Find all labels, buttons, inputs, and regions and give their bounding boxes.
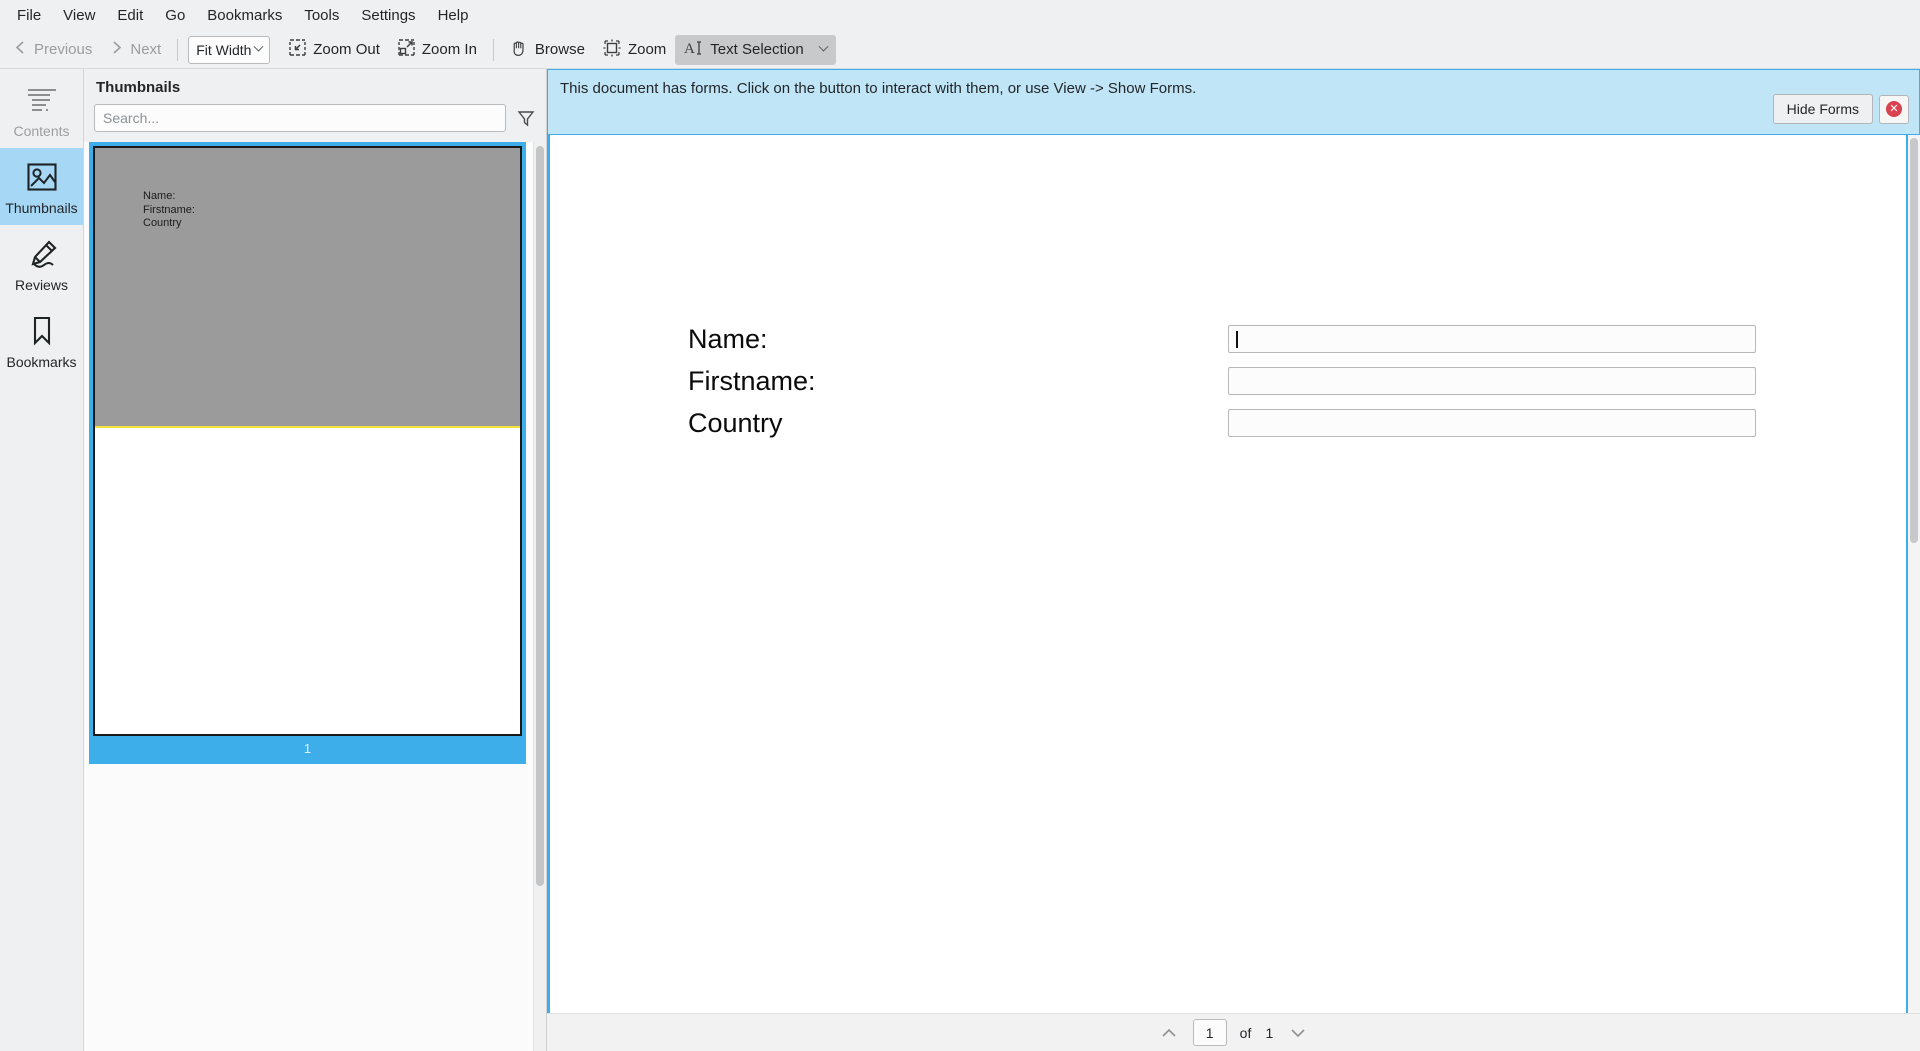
zoom-out-label: Zoom Out (313, 41, 380, 58)
document-scrollbar-thumb[interactable] (1910, 138, 1918, 543)
thumbnails-panel: Thumbnails Search... Name: Firstname: Co… (84, 69, 547, 1051)
zoom-in-button[interactable]: Zoom In (389, 35, 486, 65)
zoom-in-icon (398, 39, 415, 60)
thumbnail-page-preview[interactable]: Name: Firstname: Country (93, 146, 522, 736)
search-placeholder: Search... (103, 110, 160, 126)
document-scrollbar[interactable] (1908, 135, 1920, 1013)
thumbnails-search-row: Search... (84, 102, 546, 142)
thumbnails-scroll-area: Name: Firstname: Country 1 (84, 142, 546, 1051)
chevron-up-icon[interactable] (1158, 1022, 1180, 1044)
field-label-firstname: Firstname: (688, 366, 816, 396)
chevron-right-icon (110, 40, 123, 59)
menu-item-file[interactable]: File (6, 3, 52, 29)
sidebar-label-contents: Contents (13, 123, 70, 139)
menu-item-view[interactable]: View (52, 3, 106, 29)
text-selection-tool-button[interactable]: A Text Selection (675, 34, 836, 65)
page-of-label: of (1239, 1024, 1252, 1041)
menu-item-go[interactable]: Go (154, 3, 196, 29)
zoom-out-icon (289, 39, 306, 60)
hide-forms-button[interactable]: Hide Forms (1772, 94, 1873, 124)
zoom-tool-button[interactable]: Zoom (594, 35, 675, 65)
forms-notification-message: This document has forms. Click on the bu… (560, 80, 1197, 97)
text-selection-label: Text Selection (710, 41, 804, 58)
toolbar-separator-1 (177, 38, 179, 61)
sidebar-label-thumbnails: Thumbnails (5, 200, 78, 216)
forms-notification-actions: Hide Forms ✕ (1772, 78, 1909, 124)
contents-icon (25, 82, 59, 118)
forms-notification-bar: This document has forms. Click on the bu… (547, 69, 1920, 135)
form-fields-group: Name: Firstname: Country (688, 323, 1806, 439)
menu-item-bookmarks[interactable]: Bookmarks (196, 3, 293, 29)
document-area: This document has forms. Click on the bu… (547, 69, 1920, 1051)
previous-button[interactable]: Previous (5, 35, 101, 65)
menu-item-help[interactable]: Help (427, 3, 480, 29)
thumbnails-panel-title: Thumbnails (96, 79, 181, 96)
hand-icon (510, 39, 528, 61)
zoom-mode-value: Fit Width (196, 41, 252, 58)
thumbnail-page-content: Name: Firstname: Country (95, 148, 520, 428)
main-toolbar: Previous Next Fit Width Zoom Out Zoom In… (0, 31, 1920, 69)
sidebar-label-reviews: Reviews (15, 277, 68, 293)
funnel-icon[interactable] (516, 108, 536, 128)
field-label-name: Name: (688, 324, 768, 354)
document-viewport: Name: Firstname: Country (547, 135, 1920, 1013)
sidebar-item-thumbnails[interactable]: Thumbnails (0, 148, 83, 225)
thumbnail-line-name: Name: (143, 190, 176, 202)
pdf-page[interactable]: Name: Firstname: Country (550, 135, 1908, 1013)
text-cursor-icon: A (684, 39, 703, 61)
search-input[interactable]: Search... (94, 104, 506, 132)
zoom-region-icon (603, 39, 621, 61)
browse-tool-button[interactable]: Browse (501, 35, 594, 65)
menu-bar: File View Edit Go Bookmarks Tools Settin… (0, 0, 1920, 31)
sidebar-item-bookmarks[interactable]: Bookmarks (0, 302, 83, 379)
next-label: Next (130, 41, 162, 58)
current-page-input[interactable]: 1 (1192, 1019, 1227, 1046)
text-caret (1236, 330, 1238, 348)
close-notification-button[interactable]: ✕ (1879, 94, 1909, 124)
sidebar-rail: Contents Thumbnails Reviews Bookmarks (0, 69, 84, 1051)
main-body: Contents Thumbnails Reviews Bookmarks Th… (0, 69, 1920, 1051)
thumbnails-scrollbar[interactable] (533, 142, 546, 1051)
toolbar-separator-2 (492, 38, 494, 61)
sidebar-item-contents[interactable]: Contents (0, 71, 83, 148)
close-circle-icon: ✕ (1886, 101, 1902, 117)
browse-label: Browse (534, 41, 585, 58)
menu-item-settings[interactable]: Settings (350, 3, 426, 29)
chevron-down-icon (253, 41, 264, 52)
zoom-mode-combobox[interactable]: Fit Width (188, 35, 271, 64)
thumbnail-line-country: Country (143, 217, 182, 229)
thumbnail-page-number: 1 (93, 736, 522, 764)
sidebar-label-bookmarks: Bookmarks (6, 354, 77, 370)
zoom-out-button[interactable]: Zoom Out (280, 35, 389, 65)
field-label-country: Country (688, 408, 783, 438)
bookmarks-icon (26, 313, 58, 349)
sidebar-item-reviews[interactable]: Reviews (0, 225, 83, 302)
menu-item-edit[interactable]: Edit (106, 3, 154, 29)
page-navigation-bar: 1 of 1 (547, 1013, 1920, 1051)
list-item[interactable]: Name: Firstname: Country 1 (89, 142, 526, 764)
previous-label: Previous (34, 41, 93, 58)
menu-item-tools[interactable]: Tools (293, 3, 350, 29)
zoom-in-label: Zoom In (421, 41, 477, 58)
chevron-down-icon[interactable] (818, 41, 829, 52)
total-pages-label: 1 (1265, 1024, 1274, 1041)
svg-text:A: A (684, 41, 695, 57)
thumbnails-scrollbar-thumb[interactable] (536, 146, 544, 886)
zoom-tool-label: Zoom (627, 41, 667, 58)
reviews-icon (26, 236, 58, 272)
next-button[interactable]: Next (101, 35, 170, 65)
chevron-left-icon (14, 40, 27, 59)
firstname-field[interactable] (1228, 367, 1756, 395)
thumbnail-line-firstname: Firstname: (143, 203, 195, 216)
thumbnails-icon (26, 159, 58, 195)
name-field[interactable] (1228, 325, 1756, 353)
thumbnails-list: Name: Firstname: Country 1 (84, 142, 533, 1051)
country-field[interactable] (1228, 409, 1756, 437)
chevron-down-icon[interactable] (1287, 1022, 1309, 1044)
